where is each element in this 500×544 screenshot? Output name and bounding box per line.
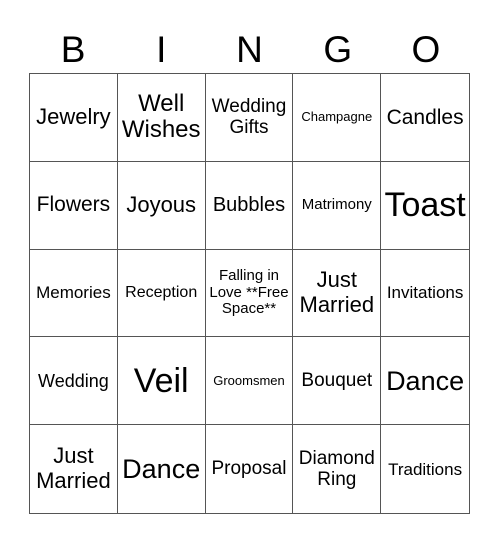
bingo-cell[interactable]: Dance (118, 425, 206, 513)
header-letter-i: I (156, 29, 167, 70)
bingo-cell[interactable]: Traditions (381, 425, 469, 513)
bingo-cell[interactable]: Bubbles (205, 161, 294, 250)
bingo-cell[interactable]: Diamond Ring (293, 425, 382, 513)
bingo-cell[interactable]: Reception (117, 249, 206, 338)
bingo-cell[interactable]: Wedding Gifts (205, 74, 294, 162)
bingo-cell-free-space[interactable]: Falling in Love **Free Space** (205, 249, 294, 338)
bingo-cell[interactable]: Bouquet (293, 337, 382, 426)
bingo-cell[interactable]: Memories (30, 249, 118, 338)
bingo-cell[interactable]: Joyous (117, 161, 206, 250)
bingo-cell[interactable]: Proposal (206, 425, 294, 513)
bingo-cell[interactable]: Well Wishes (117, 74, 206, 162)
header-letter-b: B (60, 29, 86, 70)
bingo-header: B I N G O (29, 28, 470, 72)
bingo-cell[interactable]: Jewelry (30, 74, 118, 162)
bingo-cell[interactable]: Flowers (30, 161, 118, 250)
bingo-cell[interactable]: Just Married (293, 249, 382, 338)
bingo-cell[interactable]: Dance (381, 337, 469, 426)
bingo-cell[interactable]: Wedding (30, 337, 118, 426)
header-letter-o: O (411, 29, 441, 70)
bingo-cell[interactable]: Groomsmen (205, 337, 294, 426)
bingo-cell[interactable]: Champagne (293, 74, 382, 162)
bingo-cell[interactable]: Candles (381, 74, 469, 162)
header-letter-n: N (236, 29, 263, 70)
bingo-cell[interactable]: Invitations (381, 250, 469, 338)
bingo-cell[interactable]: Veil (117, 337, 206, 426)
header-letter-g: G (323, 29, 353, 70)
bingo-cell[interactable]: Matrimony (293, 161, 382, 250)
bingo-grid: Jewelry Well Wishes Wedding Gifts Champagne… (29, 73, 470, 514)
bingo-cell[interactable]: Just Married (30, 425, 118, 513)
bingo-cell[interactable]: Toast (381, 162, 469, 250)
